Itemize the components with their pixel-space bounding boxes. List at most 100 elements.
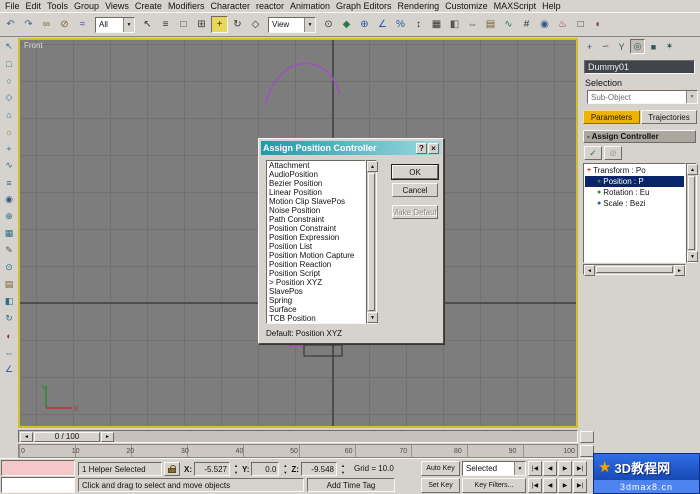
bind-to-spacewarp-icon[interactable]: ≈ (74, 16, 91, 33)
select-arrow-icon[interactable]: ↖ (2, 39, 17, 54)
menu-item[interactable]: Help (539, 0, 564, 12)
assign-controller-button[interactable]: ✓ (584, 146, 602, 160)
controller-list-item[interactable]: Position Script (269, 269, 365, 278)
menu-item[interactable]: Create (132, 0, 165, 12)
menu-item[interactable]: MAXScript (491, 0, 540, 12)
grid-icon[interactable]: ▦ (2, 226, 17, 241)
material-editor-icon[interactable]: ◉ (536, 16, 553, 33)
select-object-icon[interactable]: ↖ (139, 16, 156, 33)
snap-icon[interactable]: ⊕ (2, 209, 17, 224)
add-time-tag[interactable]: Add Time Tag (307, 478, 395, 492)
next-frame-icon[interactable]: ► (101, 432, 114, 442)
schematic-view-icon[interactable]: # (518, 16, 535, 33)
controller-list-item[interactable]: > Position XYZ (269, 278, 365, 287)
edit-icon[interactable]: ✎ (2, 243, 17, 258)
menu-item[interactable]: Edit (23, 0, 45, 12)
go-to-start-button[interactable]: |◀ (528, 461, 542, 476)
prev-frame-icon[interactable]: ◄ (20, 432, 33, 442)
prev-frame-button[interactable]: ◀ (543, 461, 557, 476)
step-back-button[interactable]: ◀ (543, 478, 557, 493)
undo-icon[interactable]: ↶ (2, 16, 19, 33)
scrollbar-thumb[interactable] (596, 266, 673, 273)
select-and-link-icon[interactable]: ∞ (38, 16, 55, 33)
chevron-down-icon[interactable]: ▼ (304, 18, 315, 32)
z-coordinate-field[interactable]: -9.548 (301, 462, 337, 476)
controller-list-item[interactable]: Position Motion Capture (269, 251, 365, 260)
dialog-titlebar[interactable]: Assign Position Controller ? × (261, 141, 441, 155)
menu-item[interactable]: reactor (253, 0, 287, 12)
box-primitive-icon[interactable]: □ (2, 56, 17, 71)
track-bar[interactable]: 0102030405060708090100 (18, 444, 578, 458)
tree-item-scale[interactable]: ● Scale : Bezi (585, 198, 684, 209)
shape-icon[interactable]: ◇ (2, 90, 17, 105)
tree-item-position[interactable]: ● Position : P (585, 176, 684, 187)
ok-button[interactable]: OK (392, 165, 438, 179)
scroll-up-icon[interactable]: ▲ (687, 164, 698, 175)
select-and-scale-icon[interactable]: ◇ (247, 16, 264, 33)
angle-icon[interactable]: ∠ (2, 362, 17, 377)
half-box-icon[interactable]: ◧ (2, 294, 17, 309)
menu-item[interactable]: Tools (44, 0, 71, 12)
curve-icon[interactable]: ∿ (2, 158, 17, 173)
sphere-primitive-icon[interactable]: ○ (2, 73, 17, 88)
key-filters-button[interactable]: Key Filters... (462, 478, 526, 493)
chevron-down-icon[interactable]: ▼ (514, 462, 525, 475)
align-small-icon[interactable]: ⇔ (2, 345, 17, 360)
use-pivot-center-icon[interactable]: ⊙ (320, 16, 337, 33)
scroll-down-icon[interactable]: ▼ (367, 312, 378, 323)
light-icon[interactable]: ☼ (2, 124, 17, 139)
spinner-snap-icon[interactable]: ↕ (410, 16, 427, 33)
select-and-rotate-icon[interactable]: ↻ (229, 16, 246, 33)
time-slider-thumb[interactable]: 0 / 100 (34, 432, 100, 442)
target-icon[interactable]: ⊙ (2, 260, 17, 275)
tab-parameters[interactable]: Parameters (583, 110, 640, 124)
mirror-icon[interactable]: ◧ (446, 16, 463, 33)
scroll-right-icon[interactable]: ► (674, 265, 685, 276)
menu-item[interactable]: Animation (287, 0, 333, 12)
maxscript-mini-listener-macro[interactable] (1, 460, 75, 476)
controller-list-item[interactable]: Position Constraint (269, 224, 365, 233)
unlink-selection-icon[interactable]: ⊘ (56, 16, 73, 33)
make-default-button[interactable]: Make Default (392, 205, 438, 219)
menu-item[interactable]: File (2, 0, 23, 12)
scroll-left-icon[interactable]: ◄ (584, 265, 595, 276)
layers-icon[interactable]: ▤ (2, 277, 17, 292)
play-button[interactable]: ▶ (558, 461, 572, 476)
controller-list-item[interactable]: AudioPosition (269, 170, 365, 179)
viewport-label[interactable]: Front (24, 41, 43, 50)
selection-lock-icon[interactable] (164, 462, 180, 476)
controller-list-item[interactable]: Motion Clip SlavePos (269, 197, 365, 206)
controller-list-item[interactable]: Spring (269, 296, 365, 305)
scroll-up-icon[interactable]: ▲ (367, 161, 378, 172)
menu-item[interactable]: Graph Editors (333, 0, 395, 12)
controller-list-item[interactable]: Path Constraint (269, 215, 365, 224)
menu-item[interactable]: Character (207, 0, 253, 12)
menu-item[interactable]: Group (71, 0, 102, 12)
y-coordinate-field[interactable]: 0.0 (251, 462, 279, 476)
menu-item[interactable]: Rendering (395, 0, 443, 12)
menu-item[interactable]: Customize (442, 0, 491, 12)
tree-horizontal-scrollbar[interactable]: ◄ ► (583, 264, 686, 275)
named-selection-sets-icon[interactable]: ▦ (428, 16, 445, 33)
chevron-down-icon[interactable]: ▼ (123, 18, 134, 32)
tree-item-rotation[interactable]: ● Rotation : Eu (585, 187, 684, 198)
go-to-end-button[interactable]: ▶| (573, 461, 587, 476)
scrollbar-thumb[interactable] (368, 173, 375, 311)
tree-item-transform[interactable]: + Transform : Po (585, 165, 684, 176)
controller-list-item[interactable]: Position Expression (269, 233, 365, 242)
controller-list-item[interactable]: Attachment (269, 161, 365, 170)
z-spinner[interactable]: ▲▼ (339, 462, 347, 476)
snap-toggle-icon[interactable]: ⊕ (356, 16, 373, 33)
selection-filter-dropdown[interactable]: All ▼ (95, 17, 135, 33)
rotate-icon[interactable]: ↻ (2, 311, 17, 326)
camera-icon[interactable]: ◉ (2, 192, 17, 207)
time-slider[interactable]: ◄ 0 / 100 ► (18, 430, 578, 443)
controller-list-item[interactable]: Surface (269, 305, 365, 314)
tab-trajectories[interactable]: Trajectories (641, 110, 697, 124)
controller-list-item[interactable]: Position Reaction (269, 260, 365, 269)
maxscript-mini-listener[interactable] (1, 477, 75, 493)
x-coordinate-field[interactable]: -5.527 (194, 462, 230, 476)
controller-list-item[interactable]: Noise Position (269, 206, 365, 215)
key-mode-dropdown[interactable]: Selected ▼ (462, 461, 526, 476)
close-icon[interactable]: × (428, 143, 439, 154)
